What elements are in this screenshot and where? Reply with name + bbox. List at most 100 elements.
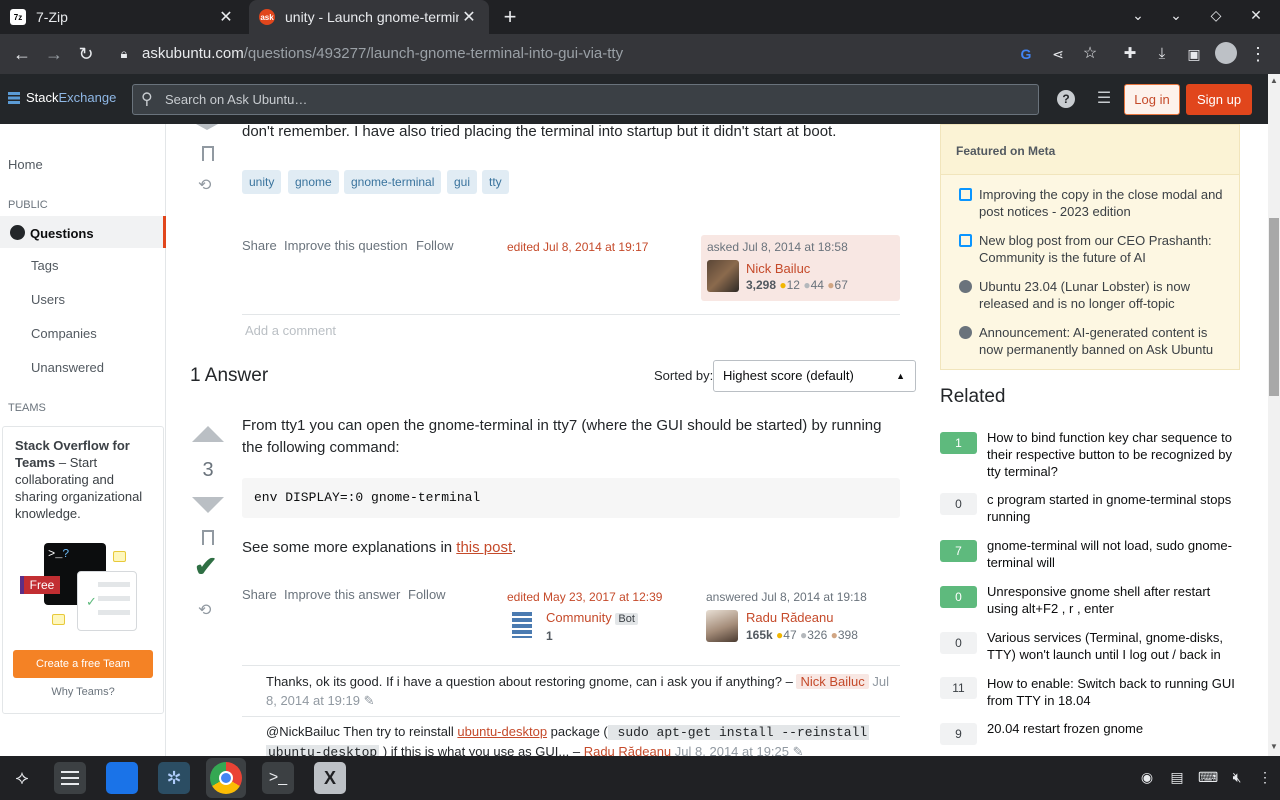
nav-questions[interactable]: Questions <box>10 225 94 241</box>
related-link[interactable]: c program started in gnome-terminal stop… <box>987 491 1237 525</box>
tag-gnome[interactable]: gnome <box>288 170 339 194</box>
reload-icon[interactable]: ↻ <box>74 42 98 66</box>
volume-muted-icon[interactable]: 🔇︎ <box>1228 769 1246 787</box>
minimize-icon[interactable]: ⌄ <box>1166 7 1186 24</box>
download-icon[interactable]: ⤓ <box>1150 42 1174 66</box>
sort-select[interactable]: Highest score (default) ▲ <box>713 360 916 392</box>
sidepanel-icon[interactable]: ▣ <box>1182 42 1206 66</box>
lock-icon[interactable]: 🔒︎ <box>112 42 136 66</box>
avatar[interactable] <box>707 260 739 292</box>
nav-home[interactable]: Home <box>8 157 43 172</box>
close-icon[interactable]: ✕ <box>459 7 479 27</box>
clipboard-icon[interactable]: ▤ <box>1168 769 1186 787</box>
upvote-button[interactable] <box>192 426 224 442</box>
scroll-down-icon[interactable]: ▼ <box>1268 742 1280 751</box>
comment-text: Thanks, ok its good. If i have a questio… <box>266 674 793 689</box>
question-edited-link[interactable]: edited Jul 8, 2014 at 19:17 <box>507 240 648 254</box>
close-icon[interactable]: ✕ <box>216 7 236 27</box>
avatar[interactable] <box>706 610 738 642</box>
comment-user[interactable]: Nick Bailuc <box>796 674 869 689</box>
related-link[interactable]: gnome-terminal will not load, sudo gnome… <box>987 537 1237 571</box>
stackexchange-logo[interactable]: Stack Exchange <box>8 90 116 105</box>
bookmark-icon[interactable] <box>202 146 214 161</box>
scroll-up-icon[interactable]: ▲ <box>1268 76 1280 85</box>
bookmark-icon[interactable] <box>202 530 214 545</box>
maximize-icon[interactable]: ◇ <box>1206 7 1226 24</box>
login-button[interactable]: Log in <box>1124 84 1180 115</box>
tab-askubuntu[interactable]: ask unity - Launch gnome-termin ✕ <box>249 0 489 34</box>
site-switcher-icon[interactable]: ☰ <box>1094 89 1114 109</box>
tab-7zip[interactable]: 7z 7-Zip ✕ <box>0 0 246 34</box>
share-question-link[interactable]: Share <box>242 238 277 253</box>
google-icon[interactable]: G <box>1014 42 1038 66</box>
close-window-icon[interactable]: ✕ <box>1246 7 1266 24</box>
follow-answer-link[interactable]: Follow <box>408 587 446 602</box>
chrome-app-icon[interactable] <box>206 758 246 798</box>
settings-app-icon[interactable] <box>54 762 86 794</box>
nav-users[interactable]: Users <box>31 292 65 307</box>
tag-gnome-terminal[interactable]: gnome-terminal <box>344 170 442 194</box>
answer-edited-link[interactable]: edited May 23, 2017 at 12:39 <box>507 590 662 604</box>
related-link[interactable]: Unresponsive gnome shell after restart u… <box>987 583 1237 617</box>
downvote-button[interactable] <box>192 497 224 513</box>
why-teams-link[interactable]: Why Teams? <box>0 686 166 698</box>
follow-question-link[interactable]: Follow <box>416 238 454 253</box>
chevron-down-icon[interactable]: ⌄ <box>1128 7 1148 24</box>
related-link[interactable]: 20.04 restart frozen gnome <box>987 720 1237 737</box>
this-post-link[interactable]: this post <box>456 539 512 556</box>
signup-button[interactable]: Sign up <box>1186 84 1252 115</box>
tag-tty[interactable]: tty <box>482 170 509 194</box>
page-scrollbar[interactable]: ▲ ▼ <box>1268 74 1280 756</box>
nav-companies[interactable]: Companies <box>31 326 97 341</box>
editor-name[interactable]: Community Bot <box>546 610 638 625</box>
terminal-app-icon[interactable]: >_ <box>262 762 294 794</box>
search-input[interactable]: ⚲ Search on Ask Ubuntu… <box>132 84 1039 115</box>
meta-item[interactable]: New blog post from our CEO Prashanth: Co… <box>959 232 1229 266</box>
question-owner-name[interactable]: Nick Bailuc <box>746 261 810 276</box>
related-link[interactable]: How to enable: Switch back to running GU… <box>987 675 1237 709</box>
keyboard-icon[interactable]: ⌨ <box>1198 769 1218 787</box>
meta-item[interactable]: Announcement: AI-generated content is no… <box>959 324 1229 358</box>
xapp-icon[interactable]: X <box>314 762 346 794</box>
nav-unanswered[interactable]: Unanswered <box>31 360 104 375</box>
power-icon[interactable]: ⋮ <box>1256 769 1274 787</box>
share-icon[interactable]: ⋖ <box>1046 42 1070 66</box>
files-app-icon[interactable] <box>106 762 138 794</box>
scroll-thumb[interactable] <box>1269 218 1279 396</box>
new-tab-button[interactable]: + <box>498 5 522 29</box>
app-icon[interactable]: ✲ <box>158 762 190 794</box>
bookmark-star-icon[interactable]: ☆ <box>1078 42 1102 66</box>
address-bar[interactable]: askubuntu.com/questions/493277/launch-gn… <box>142 42 623 66</box>
menu-icon[interactable]: ⋮ <box>1246 42 1270 66</box>
editor-name-label: Community <box>546 610 612 625</box>
help-icon[interactable]: ? <box>1056 89 1076 109</box>
improve-answer-link[interactable]: Improve this answer <box>284 587 400 602</box>
meta-item[interactable]: Ubuntu 23.04 (Lunar Lobster) is now rele… <box>959 278 1229 312</box>
tag-gui[interactable]: gui <box>447 170 478 194</box>
ubuntu-desktop-link[interactable]: ubuntu-desktop <box>457 724 547 739</box>
forward-icon[interactable]: → <box>42 42 66 66</box>
create-team-button[interactable]: Create a free Team <box>13 650 153 678</box>
related-link[interactable]: How to bind function key char sequence t… <box>987 429 1237 480</box>
nav-tags[interactable]: Tags <box>31 258 58 273</box>
sort-value: Highest score (default) <box>723 368 854 383</box>
launcher-icon[interactable]: ⟡ <box>6 762 38 794</box>
add-comment-link[interactable]: Add a comment <box>245 323 336 338</box>
history-icon[interactable]: ⟲ <box>198 600 216 619</box>
extensions-icon[interactable]: ✚ <box>1118 42 1142 66</box>
related-link[interactable]: Various services (Terminal, gnome-disks,… <box>987 629 1237 663</box>
community-avatar[interactable] <box>512 612 532 638</box>
meta-item[interactable]: Improving the copy in the close modal an… <box>959 186 1229 220</box>
profile-icon[interactable] <box>1214 42 1238 66</box>
share-answer-link[interactable]: Share <box>242 587 277 602</box>
network-icon[interactable]: ◉ <box>1138 769 1156 787</box>
answer-owner-name[interactable]: Radu Rădeanu <box>746 610 833 625</box>
history-icon[interactable]: ⟲ <box>198 175 216 194</box>
back-icon[interactable]: ← <box>10 42 34 66</box>
improve-question-link[interactable]: Improve this question <box>284 238 408 253</box>
answer-text-2-prefix: See some more explanations in <box>242 539 457 556</box>
upvote-arrow-icon[interactable] <box>196 124 218 130</box>
askubuntu-meta-icon <box>959 326 972 339</box>
tag-unity[interactable]: unity <box>242 170 282 194</box>
globe-icon <box>10 225 25 240</box>
